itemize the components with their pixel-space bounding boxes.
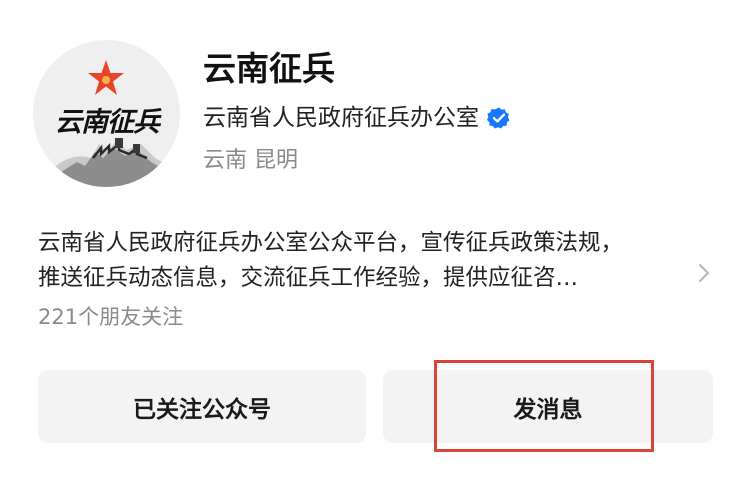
organization-row[interactable]: 云南省人民政府征兵办公室 <box>203 102 511 134</box>
organization-name: 云南省人民政府征兵办公室 <box>203 105 479 131</box>
avatar[interactable]: 云南征兵 <box>33 40 180 187</box>
verified-check-icon <box>487 106 511 130</box>
followed-account-button[interactable]: 已关注公众号 <box>38 370 366 443</box>
account-name: 云南征兵 <box>203 49 335 88</box>
description-line-1: 云南省人民政府征兵办公室公众平台，宣传征兵政策法规， <box>38 230 624 256</box>
description-line-2: 推送征兵动态信息，交流征兵工作经验，提供应征咨… <box>38 265 579 291</box>
friends-following-count[interactable]: 221个朋友关注 <box>38 302 183 332</box>
avatar-logo-text: 云南征兵 <box>55 107 160 138</box>
location-text: 云南 昆明 <box>203 148 298 173</box>
account-description[interactable]: 云南省人民政府征兵办公室公众平台，宣传征兵政策法规， 推送征兵动态信息，交流征兵… <box>38 226 698 296</box>
send-message-button[interactable]: 发消息 <box>383 370 713 443</box>
chevron-right-icon[interactable] <box>696 262 712 284</box>
